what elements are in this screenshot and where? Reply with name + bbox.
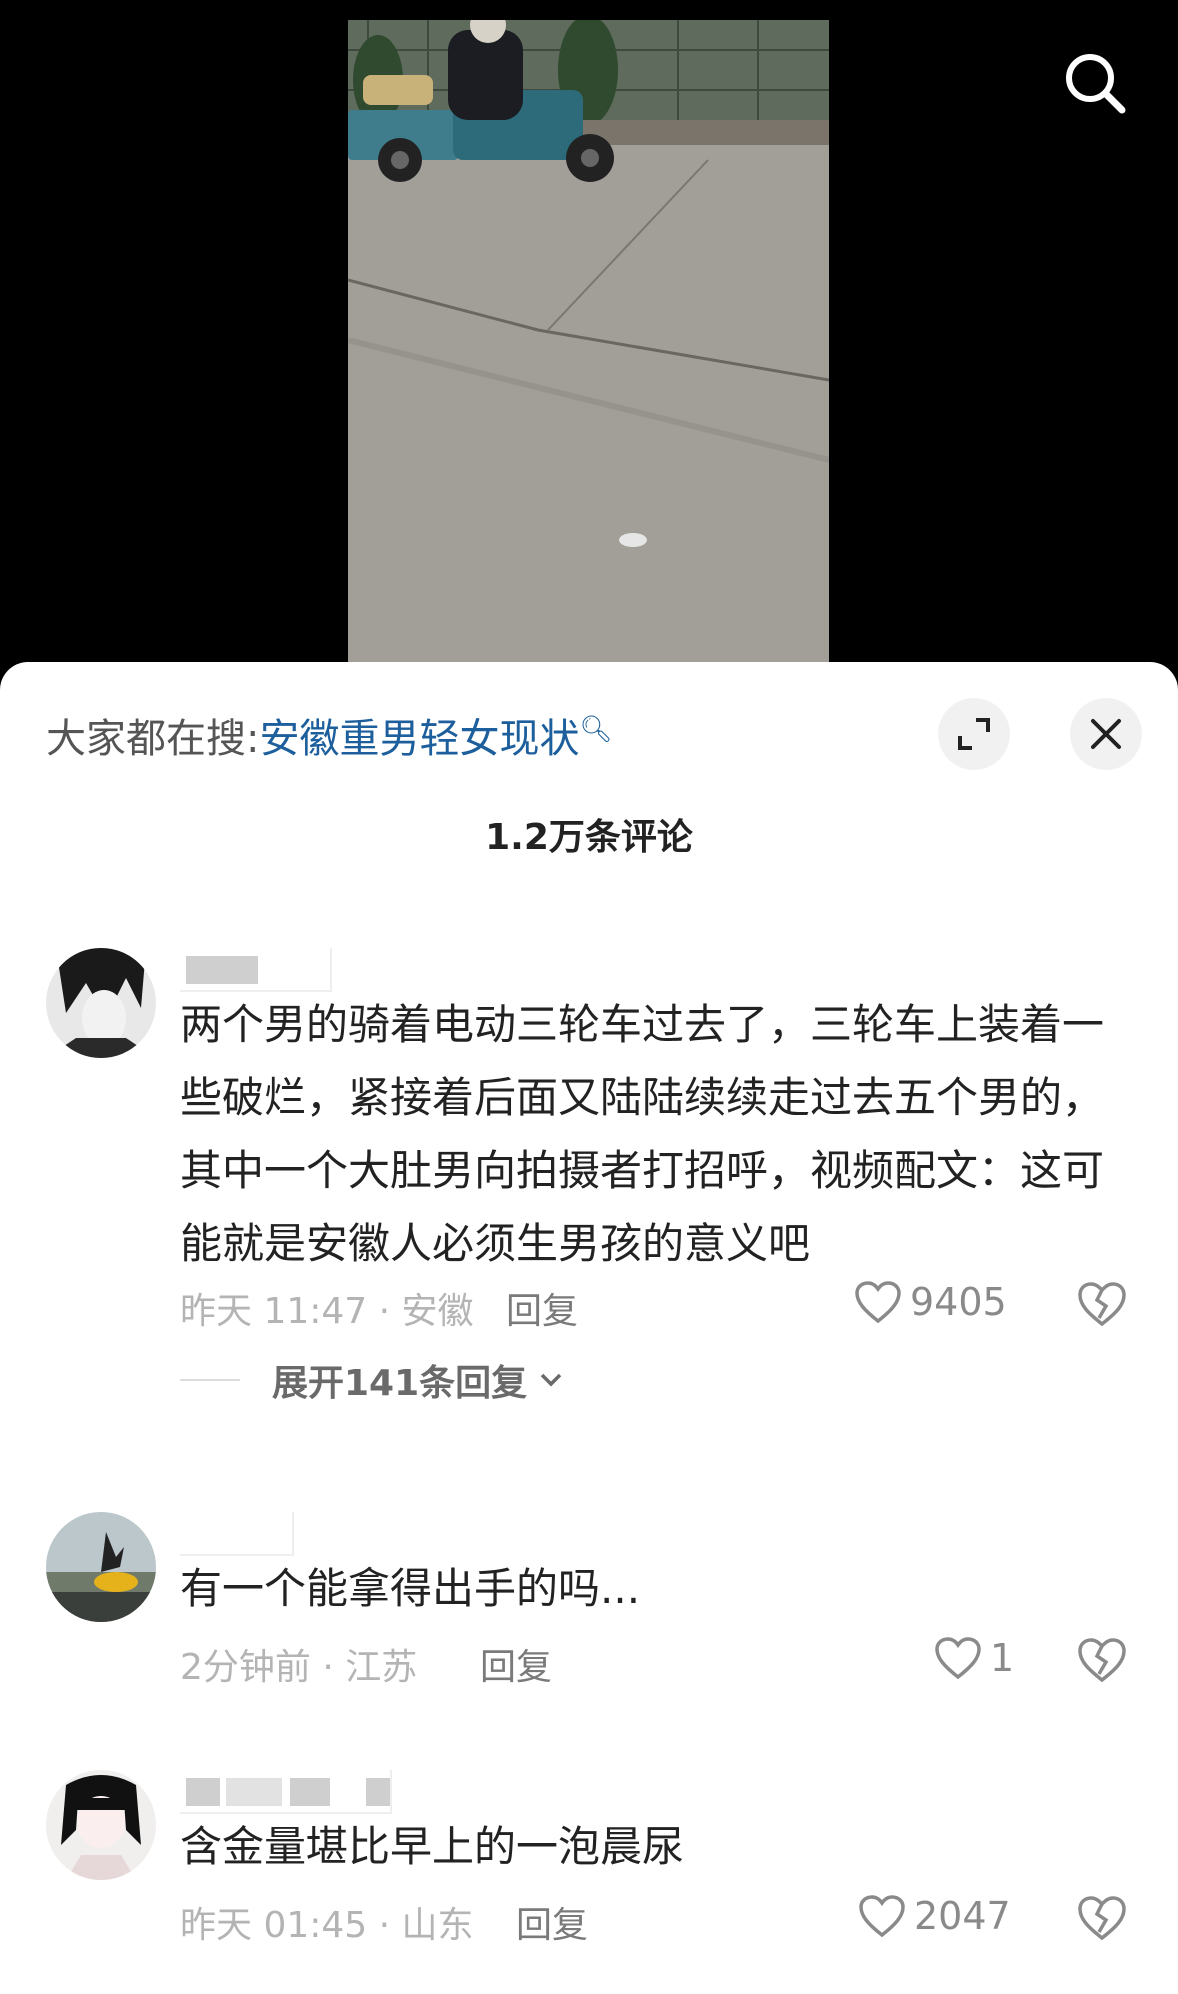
search-icon (1066, 54, 1126, 114)
username-redacted[interactable] (180, 1512, 294, 1556)
comment-text: 含金量堪比早上的一泡晨尿 (180, 1822, 685, 1871)
comment-time-location: 昨天 11:47 · 安徽 (180, 1291, 474, 1332)
broken-heart-icon (1078, 1896, 1126, 1941)
video-frame (348, 20, 829, 670)
comment-time-location: 昨天 01:45 · 山东 (180, 1905, 474, 1946)
close-button[interactable] (1070, 698, 1142, 770)
broken-heart-icon (1078, 1638, 1126, 1683)
divider (180, 1379, 240, 1381)
like-count: 9405 (910, 1280, 1007, 1324)
like-count: 2047 (914, 1894, 1011, 1938)
reply-button[interactable]: 回复 (506, 1282, 578, 1334)
username-redacted[interactable] (180, 1770, 392, 1814)
avatar[interactable] (46, 1770, 156, 1880)
avatar[interactable] (46, 1512, 156, 1622)
expand-replies-label: 展开141条回复 (272, 1363, 528, 1404)
dislike-button[interactable] (1076, 1894, 1128, 1946)
like-count: 1 (990, 1636, 1015, 1680)
trending-search-prefix: 大家都在搜: (46, 716, 260, 762)
like-button[interactable]: 9405 (854, 1280, 1007, 1324)
comment-item: 含金量堪比早上的一泡晨尿 昨天 01:45 · 山东 回复 2047 (0, 1770, 1178, 1980)
dislike-button[interactable] (1076, 1280, 1128, 1332)
heart-icon (935, 1637, 981, 1680)
chevron-down-icon (540, 1373, 562, 1387)
like-button[interactable]: 2047 (858, 1894, 1011, 1938)
heart-icon (859, 1895, 905, 1938)
search-button[interactable] (1060, 48, 1130, 118)
comment-item: 有一个能拿得出手的吗... 2分钟前 · 江苏 回复 1 (0, 1512, 1178, 1702)
expand-icon (958, 718, 990, 750)
comment-text: 有一个能拿得出手的吗... (180, 1564, 641, 1613)
close-icon (1091, 719, 1121, 749)
video-scene-image (348, 20, 829, 670)
comment-time-location: 2分钟前 · 江苏 (180, 1647, 418, 1688)
comment-item: 两个男的骑着电动三轮车过去了，三轮车上装着一些破烂，紧接着后面又陆陆续续走过去五… (0, 948, 1178, 1404)
expand-button[interactable] (938, 698, 1010, 770)
broken-heart-icon (1078, 1282, 1126, 1327)
like-button[interactable]: 1 (934, 1636, 1014, 1680)
heart-icon (855, 1281, 901, 1324)
username-redacted[interactable] (180, 948, 332, 992)
trending-search-keyword[interactable]: 安徽重男轻女现状 (259, 716, 579, 762)
comment-text: 两个男的骑着电动三轮车过去了，三轮车上装着一些破烂，紧接着后面又陆陆续续走过去五… (180, 1000, 1105, 1268)
comment-count: 1.2万条评论 (485, 817, 693, 858)
video-player[interactable] (0, 0, 1178, 700)
trending-search[interactable]: 大家都在搜:安徽重男轻女现状🔍︎ (46, 706, 613, 764)
reply-button[interactable]: 回复 (480, 1638, 552, 1690)
avatar[interactable] (46, 948, 156, 1058)
small-search-icon: 🔍︎ (579, 714, 613, 745)
reply-button[interactable]: 回复 (516, 1896, 588, 1948)
dislike-button[interactable] (1076, 1636, 1128, 1688)
expand-replies-button[interactable]: 展开141条回复 (180, 1354, 563, 1406)
comment-panel: 大家都在搜:安徽重男轻女现状🔍︎ 1.2万条评论 两个男的骑着电动三轮车过去了，… (0, 662, 1178, 1994)
